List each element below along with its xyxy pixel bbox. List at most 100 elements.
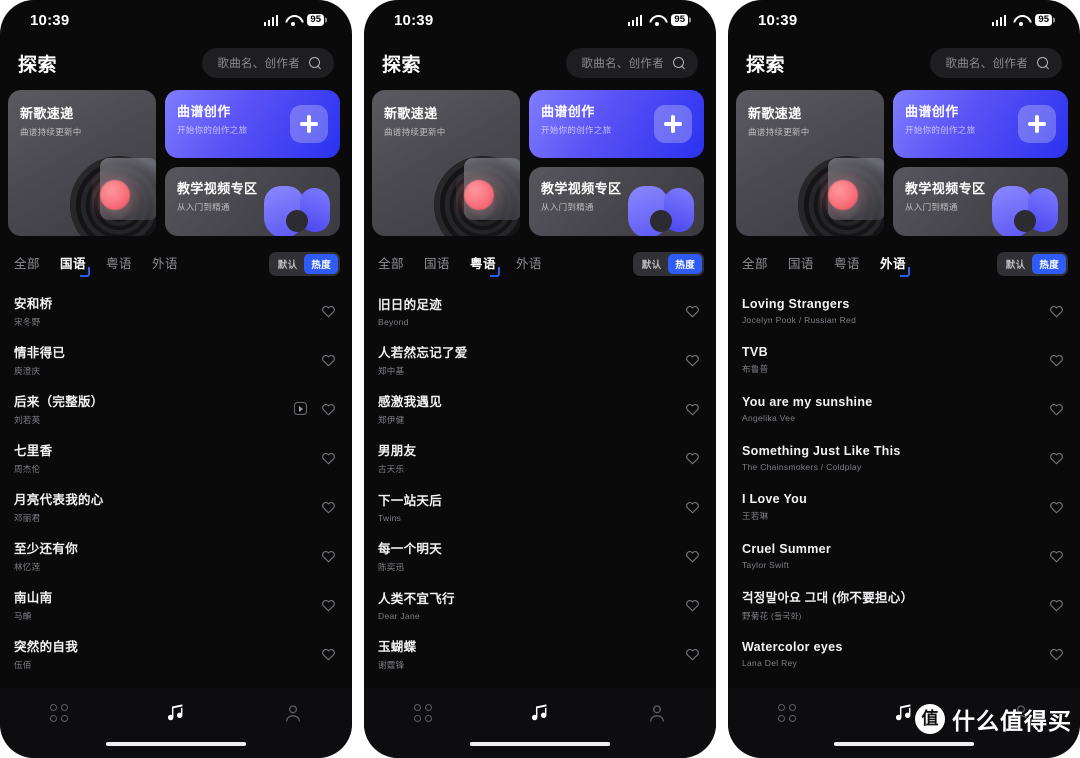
song-row[interactable]: 걱정말아요 그대 (你不要担心） 野菊花 (들국화)	[728, 580, 1080, 629]
plus-icon[interactable]	[1018, 105, 1056, 143]
favorite-heart-icon[interactable]	[1049, 353, 1064, 367]
favorite-heart-icon[interactable]	[685, 500, 700, 514]
song-row[interactable]: 男朋友 古天乐	[364, 433, 716, 482]
song-row[interactable]: 七里香 周杰伦	[0, 433, 352, 482]
song-row[interactable]: 下一站天后 Twins	[364, 482, 716, 531]
card-compose[interactable]: 曲谱创作 开始你的创作之旅	[893, 90, 1068, 158]
song-row[interactable]: 后来（完整版） 刘若英	[0, 384, 352, 433]
song-row[interactable]: 每一个明天 陈奕迅	[364, 531, 716, 580]
language-tab-3[interactable]: 外语	[152, 253, 178, 275]
favorite-heart-icon[interactable]	[1049, 402, 1064, 416]
favorite-heart-icon[interactable]	[1049, 451, 1064, 465]
favorite-heart-icon[interactable]	[1049, 549, 1064, 563]
song-artist: 马頔	[14, 611, 32, 621]
search-icon	[1037, 57, 1049, 69]
favorite-heart-icon[interactable]	[321, 598, 336, 612]
card-new-songs[interactable]: 新歌速递 曲谱持续更新中	[736, 90, 884, 236]
language-tab-2[interactable]: 粤语	[834, 253, 860, 275]
search-input[interactable]: 歌曲名、创作者	[930, 48, 1062, 78]
song-artist: 郑伊健	[378, 415, 405, 425]
language-tab-3[interactable]: 外语	[880, 253, 911, 277]
card-new-songs[interactable]: 新歌速递 曲谱持续更新中	[8, 90, 156, 236]
favorite-heart-icon[interactable]	[1049, 500, 1064, 514]
favorite-heart-icon[interactable]	[685, 647, 700, 661]
song-row[interactable]: 情非得已 庾澄庆	[0, 335, 352, 384]
language-tab-3[interactable]: 外语	[516, 253, 542, 275]
song-row[interactable]: Something Just Like This The Chainsmoker…	[728, 433, 1080, 482]
song-row[interactable]: 南山南 马頔	[0, 580, 352, 629]
favorite-heart-icon[interactable]	[321, 353, 336, 367]
favorite-heart-icon[interactable]	[685, 549, 700, 563]
song-row[interactable]: 月亮代表我的心 邓丽君	[0, 482, 352, 531]
favorite-heart-icon[interactable]	[685, 598, 700, 612]
song-row[interactable]: 安和桥 宋冬野	[0, 286, 352, 335]
song-row[interactable]: 人若然忘记了爱 郑中基	[364, 335, 716, 384]
song-artist: 林忆莲	[14, 562, 41, 572]
song-row[interactable]: 感激我遇见 郑伊健	[364, 384, 716, 433]
card-tutorial[interactable]: 教学视频专区 从入门到精通	[165, 167, 340, 236]
search-input[interactable]: 歌曲名、创作者	[566, 48, 698, 78]
play-video-icon[interactable]	[294, 402, 307, 415]
language-tab-0[interactable]: 全部	[14, 253, 40, 275]
language-tab-0[interactable]: 全部	[378, 253, 404, 275]
sort-chip-0[interactable]: 默认	[999, 254, 1033, 274]
language-tab-1[interactable]: 国语	[60, 253, 91, 277]
sort-chip-1[interactable]: 热度	[668, 254, 702, 274]
nav-item-person[interactable]	[263, 700, 323, 726]
nav-item-person[interactable]	[627, 700, 687, 726]
wifi-icon	[649, 15, 664, 27]
plus-icon[interactable]	[654, 105, 692, 143]
language-tab-2[interactable]: 粤语	[470, 253, 501, 277]
favorite-heart-icon[interactable]	[685, 402, 700, 416]
status-bar: 10:39 95	[728, 0, 1080, 40]
song-row[interactable]: 人类不宜飞行 Dear Jane	[364, 580, 716, 629]
language-tab-2[interactable]: 粤语	[106, 253, 132, 275]
card-compose[interactable]: 曲谱创作 开始你的创作之旅	[165, 90, 340, 158]
song-artist: 古天乐	[378, 464, 405, 474]
favorite-heart-icon[interactable]	[1049, 304, 1064, 318]
favorite-heart-icon[interactable]	[321, 402, 336, 416]
favorite-heart-icon[interactable]	[1049, 647, 1064, 661]
language-tab-0[interactable]: 全部	[742, 253, 768, 275]
song-row[interactable]: 玉蝴蝶 谢霆锋	[364, 629, 716, 678]
search-input[interactable]: 歌曲名、创作者	[202, 48, 334, 78]
card-tutorial[interactable]: 教学视频专区 从入门到精通	[529, 167, 704, 236]
card-new-songs[interactable]: 新歌速递 曲谱持续更新中	[372, 90, 520, 236]
favorite-heart-icon[interactable]	[321, 304, 336, 318]
plus-icon[interactable]	[290, 105, 328, 143]
song-row[interactable]: Watercolor eyes Lana Del Rey	[728, 629, 1080, 678]
song-artist: 陈奕迅	[378, 562, 405, 572]
song-row[interactable]: 至少还有你 林忆莲	[0, 531, 352, 580]
favorite-heart-icon[interactable]	[1049, 598, 1064, 612]
language-tab-1[interactable]: 国语	[424, 253, 450, 275]
card-compose[interactable]: 曲谱创作 开始你的创作之旅	[529, 90, 704, 158]
sort-chip-0[interactable]: 默认	[271, 254, 305, 274]
song-row[interactable]: Loving Strangers Jocelyn Pook / Russian …	[728, 286, 1080, 335]
song-title: 感激我遇见	[378, 395, 443, 409]
favorite-heart-icon[interactable]	[685, 353, 700, 367]
favorite-heart-icon[interactable]	[321, 549, 336, 563]
nav-item-music-note[interactable]	[146, 700, 206, 726]
favorite-heart-icon[interactable]	[321, 500, 336, 514]
song-row[interactable]: I Love You 王若琳	[728, 482, 1080, 531]
favorite-heart-icon[interactable]	[321, 451, 336, 465]
sort-chip-0[interactable]: 默认	[635, 254, 669, 274]
favorite-heart-icon[interactable]	[685, 451, 700, 465]
sort-chip-1[interactable]: 热度	[304, 254, 338, 274]
nav-item-grid[interactable]	[393, 700, 453, 726]
song-row[interactable]: 旧日的足迹 Beyond	[364, 286, 716, 335]
language-tab-1[interactable]: 国语	[788, 253, 814, 275]
song-row[interactable]: Cruel Summer Taylor Swift	[728, 531, 1080, 580]
status-indicators: 95	[991, 14, 1052, 27]
song-row[interactable]: 突然的自我 伍佰	[0, 629, 352, 678]
song-row[interactable]: You are my sunshine Angelika Vee	[728, 384, 1080, 433]
favorite-heart-icon[interactable]	[685, 304, 700, 318]
person-icon	[647, 703, 667, 724]
card-tutorial[interactable]: 教学视频专区 从入门到精通	[893, 167, 1068, 236]
favorite-heart-icon[interactable]	[321, 647, 336, 661]
nav-item-music-note[interactable]	[510, 700, 570, 726]
nav-item-grid[interactable]	[29, 700, 89, 726]
nav-item-grid[interactable]	[757, 700, 817, 726]
song-row[interactable]: TVB 布鲁普	[728, 335, 1080, 384]
sort-chip-1[interactable]: 热度	[1032, 254, 1066, 274]
